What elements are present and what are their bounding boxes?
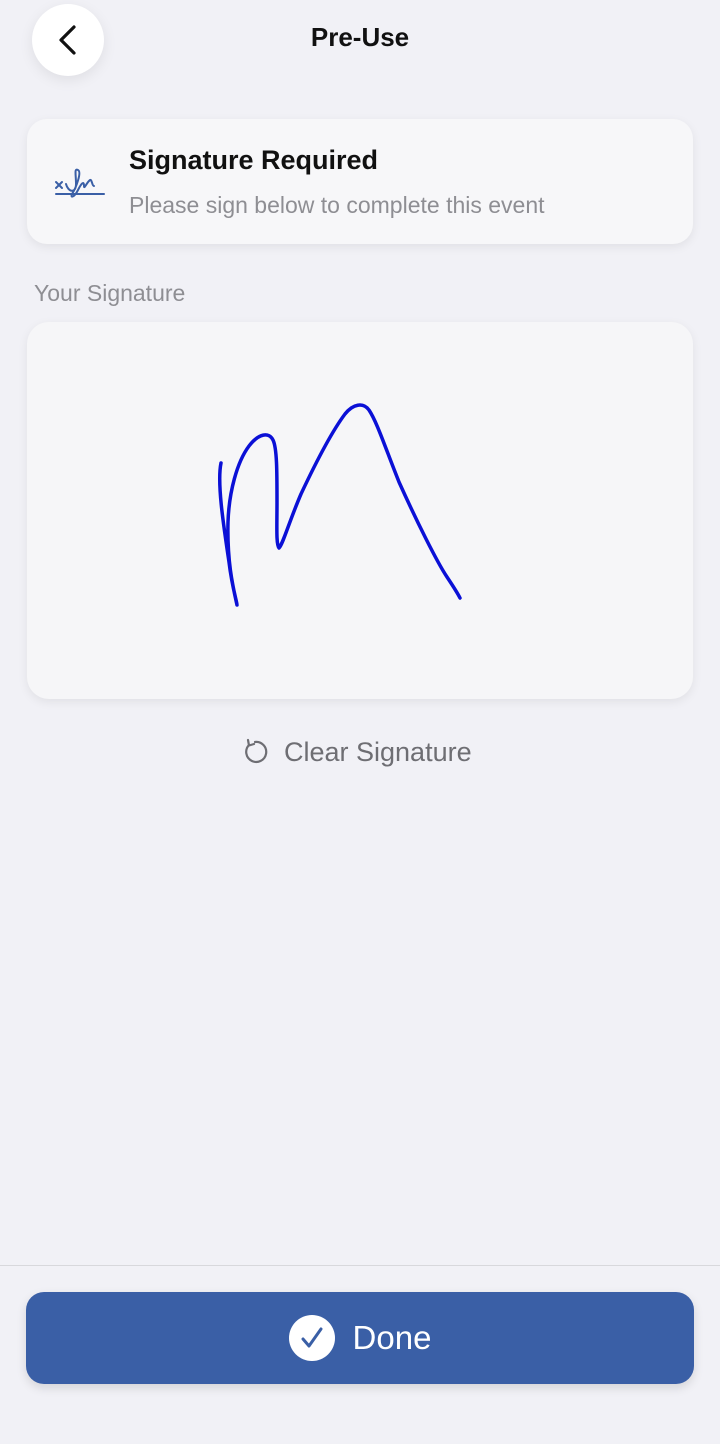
clear-signature-label: Clear Signature	[284, 736, 472, 767]
header-bar: Pre-Use	[0, 0, 720, 80]
checkmark-circle-icon	[288, 1315, 335, 1361]
done-label: Done	[352, 1319, 432, 1356]
reset-icon	[245, 738, 268, 764]
signature-stroke	[217, 403, 462, 607]
signature-required-card	[27, 119, 693, 244]
clear-signature-button[interactable]: Clear Signature	[240, 730, 472, 774]
your-signature-label: Your Signature	[34, 280, 186, 306]
signature-pad[interactable]	[27, 322, 693, 699]
page-title: Pre-Use	[310, 22, 410, 52]
signature-required-subtitle: Please sign below to complete this event	[129, 192, 545, 218]
footer-divider	[0, 1265, 720, 1266]
signature-required-title: Signature Required	[129, 145, 379, 175]
done-button[interactable]: Done	[26, 1292, 694, 1384]
signature-icon	[55, 168, 105, 198]
